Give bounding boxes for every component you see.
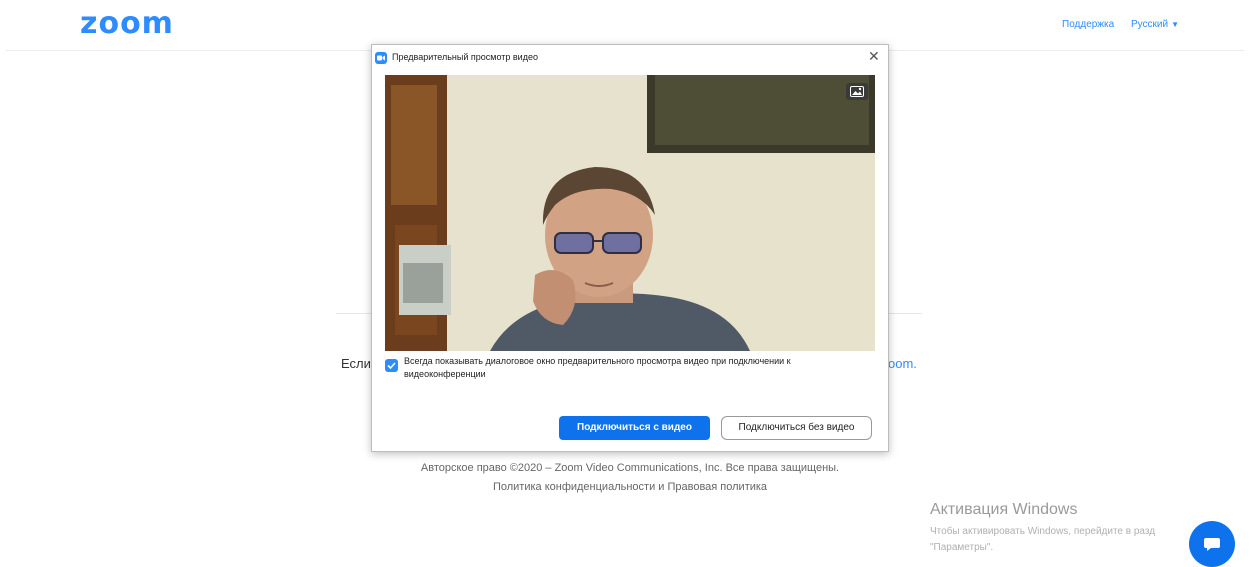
video-preview — [385, 75, 875, 351]
virtual-background-icon[interactable] — [846, 83, 868, 100]
chat-button[interactable] — [1189, 521, 1235, 567]
language-dropdown[interactable]: Русский ▼ — [1131, 19, 1179, 30]
zoom-logo[interactable]: zoom — [80, 6, 174, 41]
background-text-left: Если — [341, 356, 371, 371]
windows-activation-text: Чтобы активировать Windows, перейдите в … — [930, 524, 1155, 556]
join-with-video-button[interactable]: Подключиться с видео — [559, 416, 710, 440]
close-icon[interactable]: ✕ — [868, 48, 880, 65]
windows-activation-title: Активация Windows — [930, 501, 1078, 518]
footer-policy-links[interactable]: Политика конфиденциальности и Правовая п… — [0, 481, 1250, 493]
zoom-app-icon — [375, 52, 387, 64]
always-show-preview-checkbox[interactable] — [385, 359, 398, 372]
chat-bubble-icon — [1204, 538, 1220, 551]
top-header: zoom Поддержка Русский ▼ — [0, 0, 1250, 50]
windows-activation-line1: Чтобы активировать Windows, перейдите в … — [930, 526, 1156, 537]
video-preview-dialog: Предварительный просмотр видео ✕ Всегда … — [371, 44, 889, 452]
background-link-right[interactable]: oom. — [888, 356, 917, 371]
support-link[interactable]: Поддержка — [1062, 19, 1114, 30]
language-label: Русский — [1131, 19, 1169, 30]
caret-down-icon: ▼ — [1171, 20, 1180, 29]
checkmark-icon — [387, 362, 396, 369]
footer-copyright: Авторское право ©2020 – Zoom Video Commu… — [420, 462, 840, 474]
windows-activation-line2: "Параметры". — [930, 542, 994, 553]
camera-feed-image — [385, 75, 875, 351]
always-show-preview-label: Всегда показывать диалоговое окно предва… — [404, 356, 791, 379]
join-without-video-button[interactable]: Подключиться без видео — [721, 416, 872, 440]
dialog-title: Предварительный просмотр видео — [392, 52, 538, 62]
